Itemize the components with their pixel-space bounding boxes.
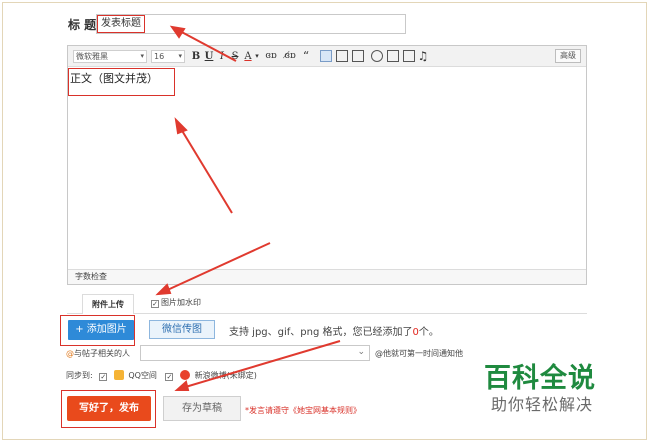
- title-value-highlight[interactable]: 发表标题: [97, 15, 145, 33]
- sync-qzone-label: QQ空间: [128, 371, 157, 380]
- align-left-icon[interactable]: [320, 50, 332, 62]
- link-button[interactable]: ɞɒ: [263, 49, 279, 64]
- font-family-select[interactable]: 微软雅黑 ▾: [73, 50, 147, 63]
- at-icon: @: [66, 349, 74, 358]
- editor-toolbar: 微软雅黑 ▾ 16 ▾ B U I S A ▾ ɞɒ ɞ̸ɒ “ ♫ 高级: [68, 46, 586, 67]
- chevron-down-icon[interactable]: ▾: [254, 49, 260, 64]
- content-placeholder[interactable]: 正文（图文并茂）: [70, 70, 158, 86]
- sync-weibo-bind-status[interactable]: (未绑定): [227, 371, 257, 380]
- checkbox-checked-icon[interactable]: ✓: [151, 300, 159, 308]
- strikethrough-button[interactable]: S: [230, 49, 240, 64]
- sync-weibo-label: 新浪微博: [194, 371, 227, 380]
- tab-divider: [67, 313, 587, 314]
- chevron-down-icon: ▾: [140, 52, 144, 60]
- italic-button[interactable]: I: [217, 49, 227, 64]
- checkbox-checked-icon[interactable]: ✓: [99, 373, 108, 381]
- checkbox-checked-icon[interactable]: ✓: [165, 373, 174, 381]
- brand-logo-title: 百科全说: [484, 363, 596, 394]
- publish-button[interactable]: 写好了，发布: [67, 396, 151, 421]
- qzone-icon: [113, 370, 124, 380]
- related-people-input[interactable]: ⌄: [140, 345, 370, 361]
- supported-formats-text: 支持 jpg、gif、png 格式，您已经添加了0个。: [229, 323, 439, 338]
- font-color-button[interactable]: A: [243, 49, 253, 64]
- posting-rules-link[interactable]: *发言请遵守《她宝网基本规则》: [245, 405, 361, 416]
- save-draft-button[interactable]: 存为草稿: [163, 396, 241, 421]
- supported-formats-suffix: 个。: [418, 327, 439, 338]
- font-size-value: 16: [154, 52, 165, 61]
- watermark-option[interactable]: ✓ 图片加水印: [151, 297, 201, 308]
- add-image-button[interactable]: + 添加图片: [68, 320, 134, 340]
- font-size-select[interactable]: 16 ▾: [151, 50, 185, 63]
- weixin-upload-button[interactable]: 微信传图: [149, 320, 215, 339]
- related-people-text: 与帖子相关的人: [74, 349, 130, 358]
- underline-button[interactable]: U: [204, 49, 214, 64]
- title-label: 标 题: [68, 18, 97, 32]
- word-count-bar[interactable]: 字数检查: [68, 269, 586, 284]
- image-icon[interactable]: [387, 50, 399, 62]
- unlink-button[interactable]: ɞ̸ɒ: [282, 49, 298, 64]
- music-icon[interactable]: ♫: [417, 49, 429, 64]
- font-family-value: 微软雅黑: [76, 52, 108, 61]
- chevron-double-down-icon[interactable]: ⌄: [357, 347, 365, 357]
- related-people-hint: @他就可第一时间通知他: [375, 349, 463, 358]
- align-center-icon[interactable]: [336, 50, 348, 62]
- brand-logo-subtitle: 助你轻松解决: [491, 395, 594, 414]
- bold-button[interactable]: B: [191, 49, 201, 64]
- sync-options: 同步到: ✓ QQ空间 ✓ 新浪微博(未绑定): [66, 370, 257, 381]
- video-icon[interactable]: [403, 50, 415, 62]
- align-right-icon[interactable]: [352, 50, 364, 62]
- related-people-label: @与帖子相关的人: [66, 348, 130, 359]
- weibo-icon: [180, 370, 191, 380]
- sync-label: 同步到:: [66, 371, 93, 380]
- watermark-label: 图片加水印: [161, 298, 201, 307]
- supported-formats-prefix: 支持 jpg、gif、png 格式，您已经添加了: [229, 327, 413, 338]
- emoji-icon[interactable]: [371, 50, 383, 62]
- quote-button[interactable]: “: [302, 49, 310, 64]
- advanced-button[interactable]: 高级: [555, 49, 581, 63]
- chevron-down-icon: ▾: [178, 52, 182, 60]
- rich-text-editor[interactable]: 微软雅黑 ▾ 16 ▾ B U I S A ▾ ɞɒ ɞ̸ɒ “ ♫ 高级 正文…: [67, 45, 587, 285]
- tab-attachment-upload[interactable]: 附件上传: [82, 294, 134, 314]
